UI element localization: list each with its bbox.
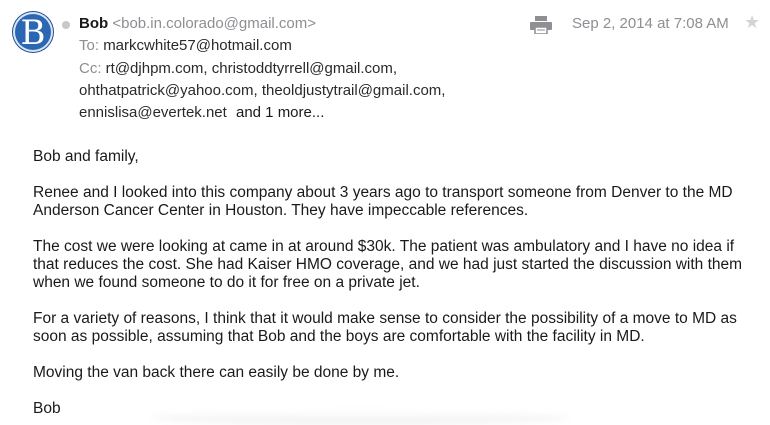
avatar-letter: B <box>20 13 46 53</box>
cc-addresses-3[interactable]: ennislisa@evertek.net <box>79 104 227 121</box>
cc-addresses-2[interactable]: ohthatpatrick@yahoo.com, theoldjustytrai… <box>79 82 445 99</box>
sender-name[interactable]: Bob <box>79 15 108 32</box>
to-label: To: <box>79 37 100 54</box>
message-paragraph: Moving the van back there can easily be … <box>33 364 400 381</box>
status-dot-icon <box>62 21 70 29</box>
cc-addresses-1[interactable]: rt@djhpm.com, christoddtyrrell@gmail.com… <box>106 60 397 77</box>
cc-line-2: ohthatpatrick@yahoo.com, theoldjustytrai… <box>79 81 445 101</box>
printer-icon[interactable] <box>530 16 552 35</box>
message-date: Sep 2, 2014 at 7:08 AM <box>572 15 729 32</box>
star-icon[interactable]: ★ <box>744 12 760 33</box>
cc-line-1: Cc: rt@djhpm.com, christoddtyrrell@gmail… <box>79 59 397 79</box>
bottom-shadow <box>150 410 570 425</box>
to-line: To: markcwhite57@hotmail.com <box>79 36 292 56</box>
cc-line-3: ennislisa@evertek.net and 1 more... <box>79 103 324 123</box>
message-paragraph: Bob and family, <box>33 148 139 165</box>
message-paragraph: The cost we were looking at came in at a… <box>33 238 743 291</box>
cc-label: Cc: <box>79 60 102 77</box>
cc-more-link[interactable]: and 1 more... <box>236 104 324 121</box>
message-paragraph: For a variety of reasons, I think that i… <box>33 310 737 345</box>
message-paragraph: Renee and I looked into this company abo… <box>33 184 733 219</box>
sender-line: Bob <bob.in.colorado@gmail.com> <box>79 14 316 34</box>
sender-email[interactable]: <bob.in.colorado@gmail.com> <box>112 15 316 32</box>
to-address[interactable]: markcwhite57@hotmail.com <box>103 37 292 54</box>
sender-avatar: B <box>13 12 53 53</box>
